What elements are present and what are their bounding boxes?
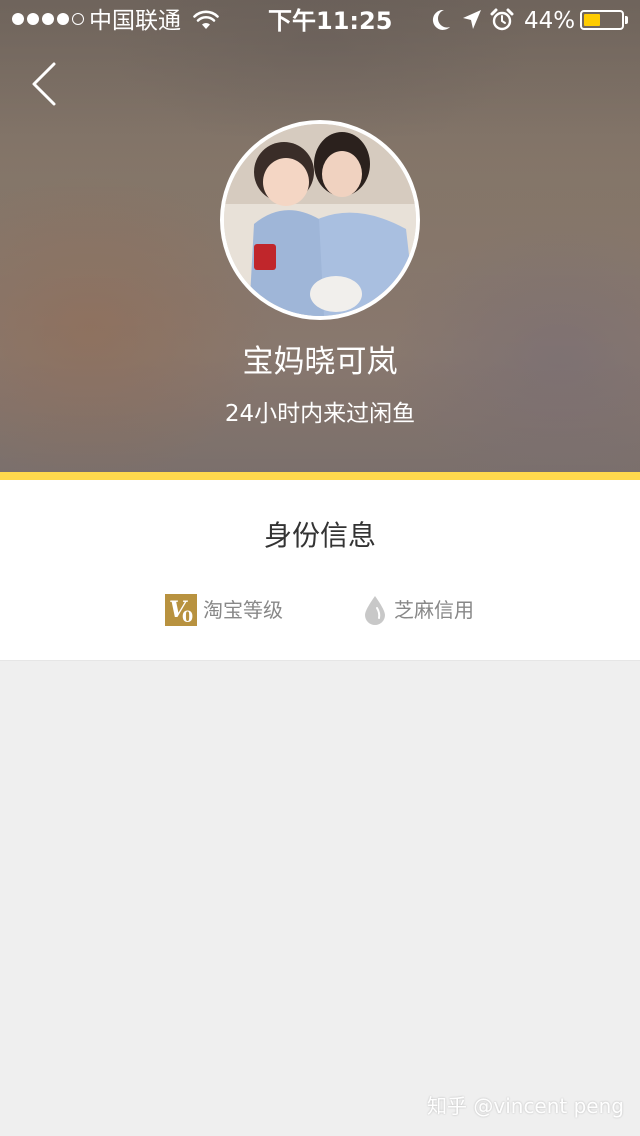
avatar-photo [224,124,416,316]
v0-level-icon: V0 [165,594,197,626]
moon-icon [430,8,452,38]
identity-title: 身份信息 [263,519,376,552]
carrier-name: 中国联通 [89,8,181,34]
clock-time: 下午11:25 [268,7,393,35]
sesame-credit-badge[interactable]: 芝麻信用 [362,592,474,628]
battery-level-fill [584,14,600,26]
avatar[interactable] [220,120,420,320]
battery-percentage: 44% [524,8,576,34]
taobao-level-badge[interactable]: V0 淘宝等级 [165,592,283,628]
last-active-text: 24小时内来过闲鱼 [224,401,416,427]
watermark: 知乎 @vincent peng [427,1094,624,1118]
accent-strip [0,472,640,480]
user-name: 宝妈晓可岚 [242,344,398,380]
identity-section: 身份信息 V0 淘宝等级 芝麻信用 [0,480,640,661]
chevron-left-icon [32,62,56,106]
wifi-icon [193,9,219,37]
back-button[interactable] [22,58,70,114]
sesame-credit-label: 芝麻信用 [394,598,474,622]
sesame-drop-icon [365,596,385,625]
status-bar: 中国联通 下午11:25 44% [0,0,640,40]
alarm-icon [490,8,514,38]
location-arrow-icon [461,8,483,38]
battery-icon [580,10,624,30]
taobao-level-label: 淘宝等级 [203,598,283,622]
battery-cap [625,16,628,24]
signal-strength-icon [12,13,84,25]
